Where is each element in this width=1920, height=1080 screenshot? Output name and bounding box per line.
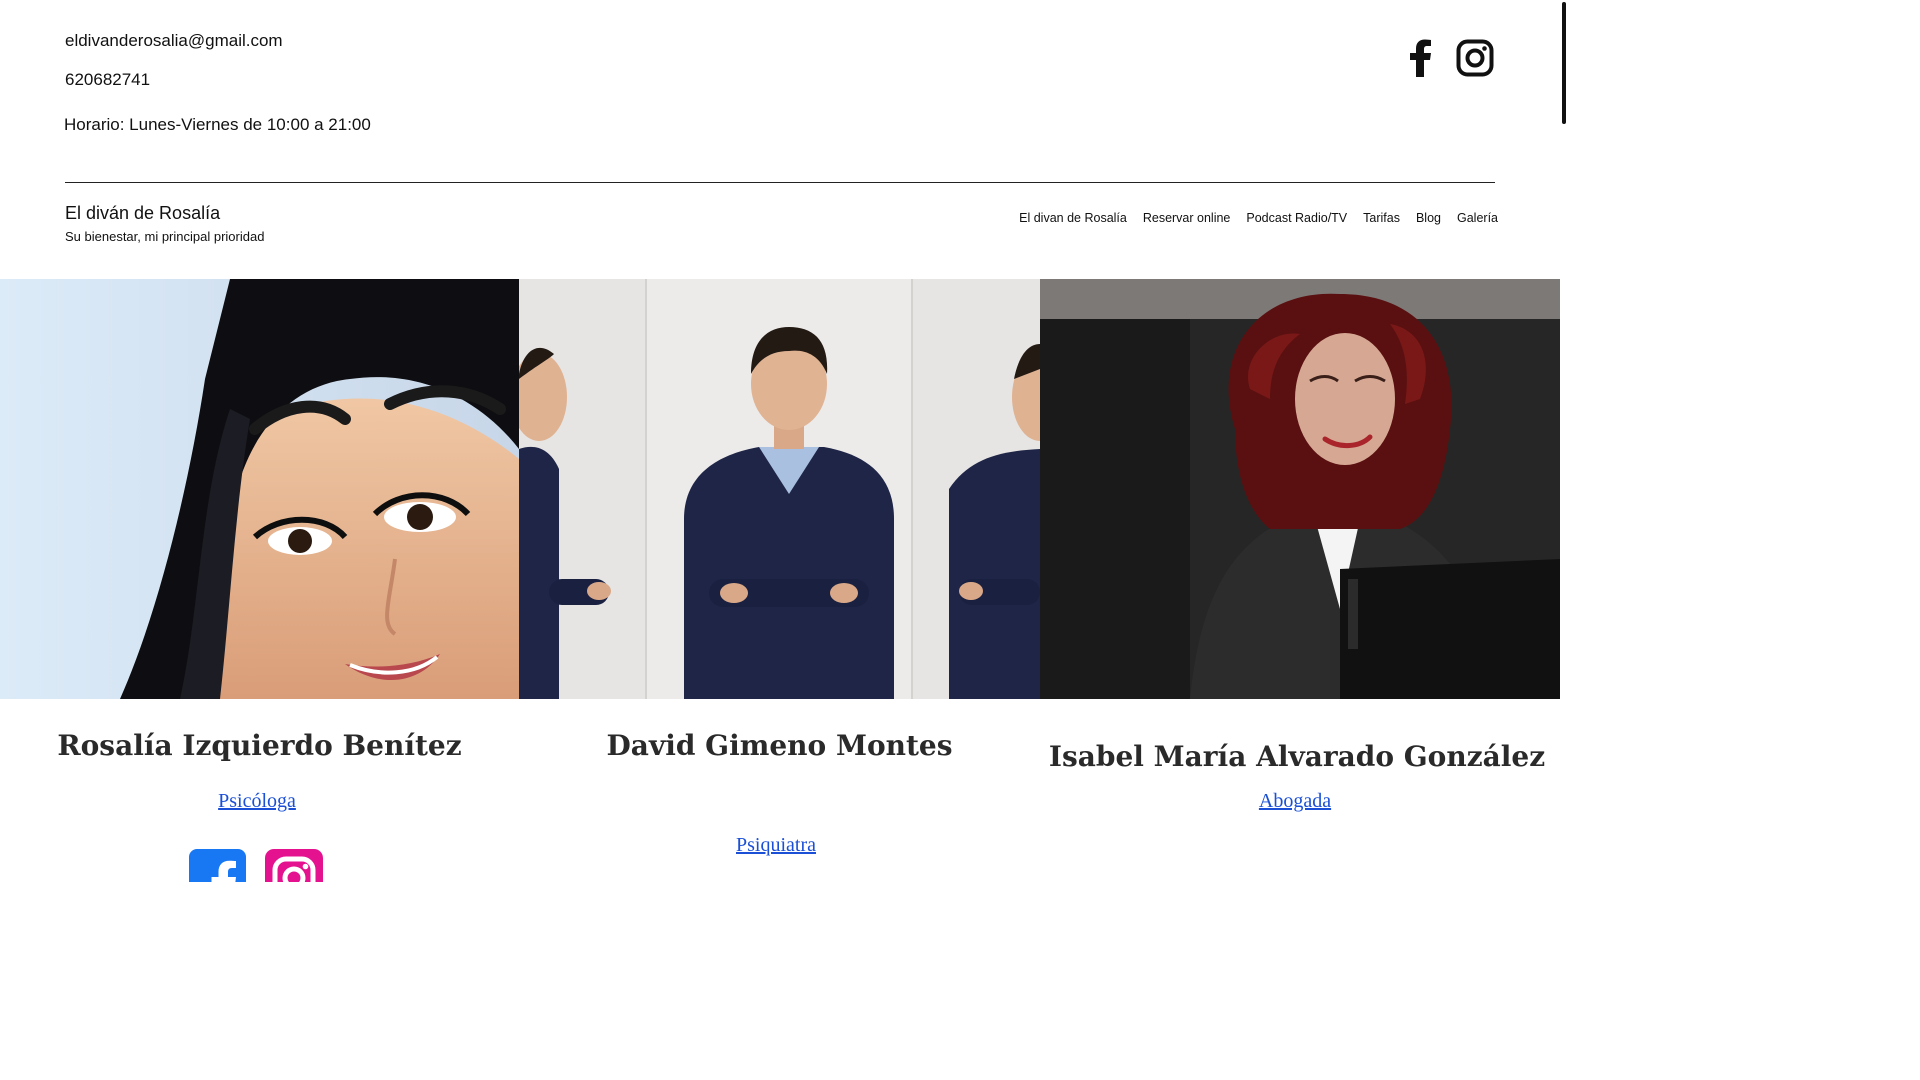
nav-item-podcast[interactable]: Podcast Radio/TV: [1246, 211, 1347, 225]
team-role-david[interactable]: Psiquiatra: [519, 834, 1033, 857]
contact-phone[interactable]: 620682741: [65, 70, 150, 90]
nav-item-tarifas[interactable]: Tarifas: [1363, 211, 1400, 225]
team-name-rosalia: Rosalía Izquierdo Benítez: [57, 729, 462, 762]
team-role-rosalia[interactable]: Psicóloga: [0, 790, 514, 813]
site-tagline: Su bienestar, mi principal prioridad: [65, 229, 265, 244]
header-divider: [65, 182, 1495, 183]
photo-rosalia: [0, 279, 519, 699]
instagram-icon[interactable]: [1455, 38, 1495, 78]
team-role-isabel[interactable]: Abogada: [1040, 790, 1550, 813]
business-hours: Horario: Lunes-Viernes de 10:00 a 21:00: [64, 115, 371, 134]
site-title[interactable]: El diván de Rosalía: [65, 203, 220, 224]
team-name-david: David Gimeno Montes: [606, 729, 953, 762]
rosalia-instagram-icon[interactable]: [265, 849, 323, 882]
nav-item-el-divan[interactable]: El divan de Rosalía: [1019, 211, 1127, 225]
photo-david: [519, 279, 1040, 699]
photo-isabel: [1040, 279, 1560, 699]
nav-item-blog[interactable]: Blog: [1416, 211, 1441, 225]
page-scrollbar[interactable]: [1562, 2, 1566, 124]
contact-email[interactable]: eldivanderosalia@gmail.com: [65, 31, 283, 51]
rosalia-facebook-icon[interactable]: [189, 849, 246, 882]
nav-item-reservar[interactable]: Reservar online: [1143, 211, 1231, 225]
team-name-isabel: Isabel María Alvarado González: [1048, 740, 1546, 773]
main-nav: El divan de Rosalía Reservar online Podc…: [1019, 211, 1498, 225]
nav-item-galeria[interactable]: Galería: [1457, 211, 1498, 225]
facebook-icon[interactable]: [1402, 38, 1438, 78]
